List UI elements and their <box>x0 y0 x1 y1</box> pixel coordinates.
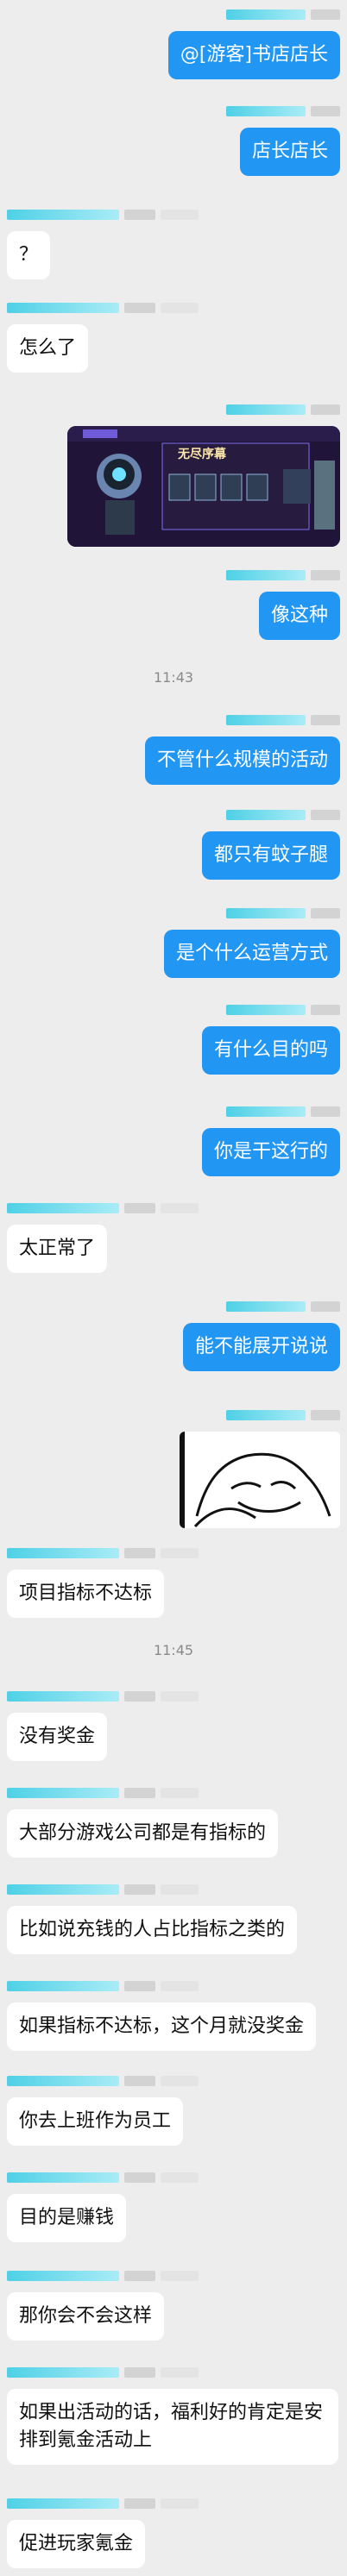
game-scene <box>67 426 340 547</box>
outgoing-message-bubble[interactable]: 你是干这行的 <box>201 1128 340 1176</box>
timestamp-label: 11:43 <box>153 669 194 686</box>
incoming-message-bubble[interactable]: 比如说充钱的人占比指标之类的 <box>7 1906 298 1954</box>
outgoing-message-bubble[interactable]: 能不能展开说说 <box>182 1323 340 1371</box>
incoming-message-bubble[interactable]: ？ <box>7 231 51 279</box>
message-meta <box>226 714 340 726</box>
incoming-message-bubble[interactable]: 如果指标不达标，这个月就没奖金 <box>7 2003 317 2051</box>
incoming-message-bubble[interactable]: 项目指标不达标 <box>7 1570 165 1618</box>
message-meta <box>7 1883 199 1896</box>
outgoing-message-bubble[interactable]: 不管什么规模的活动 <box>144 736 340 785</box>
outgoing-message-bubble[interactable]: 像这种 <box>258 592 340 640</box>
incoming-message-bubble[interactable]: 如果出活动的话，福利好的肯定是安排到氪金活动上 <box>7 2389 338 2465</box>
message-meta <box>226 1301 340 1313</box>
incoming-message-bubble[interactable]: 你去上班作为员工 <box>7 2097 184 2146</box>
message-meta <box>226 907 340 919</box>
timestamp-label: 11:45 <box>153 1642 194 1658</box>
incoming-message-bubble[interactable]: 促进玩家氪金 <box>7 2520 146 2568</box>
incoming-message-bubble[interactable]: 大部分游戏公司都是有指标的 <box>7 1809 279 1858</box>
message-meta <box>7 2172 199 2184</box>
incoming-message-bubble[interactable]: 没有奖金 <box>7 1713 108 1761</box>
outgoing-message-bubble[interactable]: 都只有蚊子腿 <box>201 831 340 880</box>
message-meta <box>7 2498 199 2510</box>
message-meta <box>7 2270 199 2282</box>
message-meta <box>7 1202 199 1214</box>
game-screenshot-image[interactable]: 无尽序幕 <box>67 426 340 547</box>
meme-image[interactable] <box>180 1432 340 1528</box>
incoming-message-bubble[interactable]: 怎么了 <box>7 324 89 373</box>
smug-face-meme <box>180 1432 340 1528</box>
outgoing-message-bubble[interactable]: 是个什么运营方式 <box>163 930 340 978</box>
message-meta <box>7 302 199 314</box>
message-meta <box>226 1409 340 1421</box>
incoming-message-bubble[interactable]: 太正常了 <box>7 1225 108 1273</box>
message-meta <box>226 105 340 117</box>
message-meta <box>226 1106 340 1118</box>
message-meta <box>7 1547 199 1559</box>
message-meta <box>7 2075 199 2087</box>
message-meta <box>7 1787 199 1799</box>
outgoing-message-bubble[interactable]: 有什么目的吗 <box>201 1026 340 1075</box>
message-meta <box>7 2366 199 2379</box>
message-meta <box>226 809 340 821</box>
message-meta <box>226 404 340 416</box>
incoming-message-bubble[interactable]: 目的是赚钱 <box>7 2194 127 2242</box>
game-card-title: 无尽序幕 <box>178 448 226 461</box>
message-meta <box>7 209 199 221</box>
message-meta <box>7 1980 199 1992</box>
outgoing-message-bubble[interactable]: 店长店长 <box>239 128 340 176</box>
message-meta <box>226 1004 340 1016</box>
message-meta <box>7 1690 199 1702</box>
incoming-message-bubble[interactable]: 那你会不会这样 <box>7 2292 165 2341</box>
message-meta <box>226 9 340 21</box>
outgoing-message-bubble[interactable]: @[游客]书店店长 <box>167 31 340 79</box>
message-meta <box>226 569 340 581</box>
